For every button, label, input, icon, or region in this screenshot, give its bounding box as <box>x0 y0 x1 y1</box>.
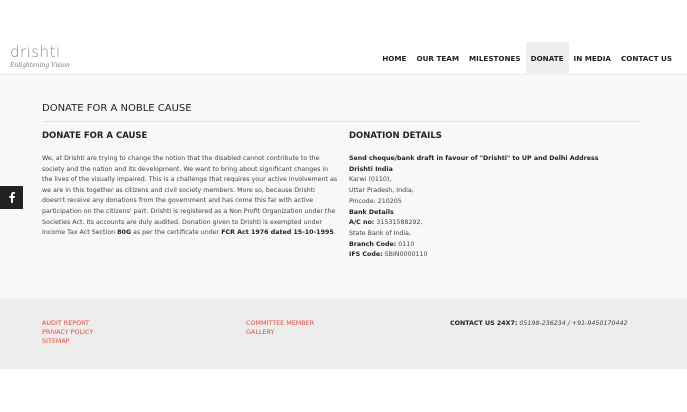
fcr-act: FCR Act 1976 dated 15-10-1995 <box>221 229 334 237</box>
main-content: DONATE FOR A NOBLE CAUSE DONATE FOR A CA… <box>0 75 687 299</box>
contact-label: CONTACT US 24X7: <box>450 320 518 327</box>
nav-milestones[interactable]: MILESTONES <box>464 42 526 75</box>
facebook-icon <box>8 192 15 203</box>
account-value: 31531588292, <box>374 219 423 227</box>
para-part-2: as per the certificate under <box>131 229 222 237</box>
footer-contact: CONTACT US 24X7: 05198-236234 / +91-9450… <box>450 320 627 327</box>
facebook-share-button[interactable] <box>0 186 23 209</box>
para-part-3: . <box>333 229 336 237</box>
ifs-code: IFS Code: SBIN0000110 <box>349 250 639 261</box>
para-part-1: We, at Drishti are trying to change the … <box>42 155 338 237</box>
footer-link-committee-member[interactable]: COMMITTEE MEMBER <box>246 319 314 328</box>
donate-cause-title: DONATE FOR A CAUSE <box>42 131 148 141</box>
account-number: A/C no: 31531588292, <box>349 218 639 229</box>
logo-wordmark: drishti <box>10 43 61 61</box>
site-footer: AUDIT REPORT PRIVACY POLICY SITEMAP COMM… <box>0 299 687 369</box>
bank-details-heading: Bank Details <box>349 208 394 216</box>
contact-phone: 05198-236234 / +91-9450170442 <box>517 320 628 327</box>
footer-links-col-1: AUDIT REPORT PRIVACY POLICY SITEMAP <box>42 319 93 346</box>
org-name: Drishti India <box>349 165 393 173</box>
footer-link-audit-report[interactable]: AUDIT REPORT <box>42 319 93 328</box>
branch-value: 0110 <box>396 240 415 248</box>
nav-contact-us[interactable]: CONTACT US <box>616 42 677 75</box>
nav-donate[interactable]: DONATE <box>525 42 569 75</box>
page-title: DONATE FOR A NOBLE CAUSE <box>42 103 192 114</box>
donation-details-section: DONATION DETAILS Send cheque/bank draft … <box>349 131 639 261</box>
site-logo[interactable]: drishti Enlightening Vision <box>10 43 70 70</box>
footer-link-sitemap[interactable]: SITEMAP <box>42 337 93 346</box>
footer-links-col-2: COMMITTEE MEMBER GALLERY <box>246 319 314 337</box>
nav-home[interactable]: HOME <box>377 42 411 75</box>
nav-in-media[interactable]: IN MEDIA <box>569 42 616 75</box>
address-line-2: Uttar Pradesh, India, <box>349 187 414 195</box>
send-instruction: Send cheque/bank draft in favour of "Dri… <box>349 155 599 162</box>
donation-details-title: DONATION DETAILS <box>349 131 442 141</box>
donate-cause-text: We, at Drishti are trying to change the … <box>42 154 338 239</box>
pincode: Pincode: 210205 <box>349 197 402 205</box>
title-divider <box>42 121 641 122</box>
site-header: drishti Enlightening Vision HOME OUR TEA… <box>0 42 687 75</box>
donate-cause-section: DONATE FOR A CAUSE We, at Drishti are tr… <box>42 131 338 239</box>
section-80g: 80G <box>117 229 132 237</box>
ifs-label: IFS Code: <box>349 251 383 259</box>
main-nav: HOME OUR TEAM MILESTONES DONATE IN MEDIA… <box>377 42 677 75</box>
top-spacer <box>0 0 687 42</box>
ifs-value: SBIN0000110 <box>382 251 428 259</box>
account-label: A/C no: <box>349 219 375 227</box>
bank-name: State Bank of India, <box>349 229 412 237</box>
branch-label: Branch Code: <box>349 240 397 248</box>
nav-our-team[interactable]: OUR TEAM <box>411 42 464 75</box>
footer-link-privacy-policy[interactable]: PRIVACY POLICY <box>42 328 93 337</box>
logo-tagline: Enlightening Vision <box>10 62 70 69</box>
footer-link-gallery[interactable]: GALLERY <box>246 328 314 337</box>
branch-code: Branch Code: 0110 <box>349 240 639 251</box>
bottom-spacer <box>0 369 687 412</box>
address-line-1: Karwi (0110), <box>349 176 392 184</box>
